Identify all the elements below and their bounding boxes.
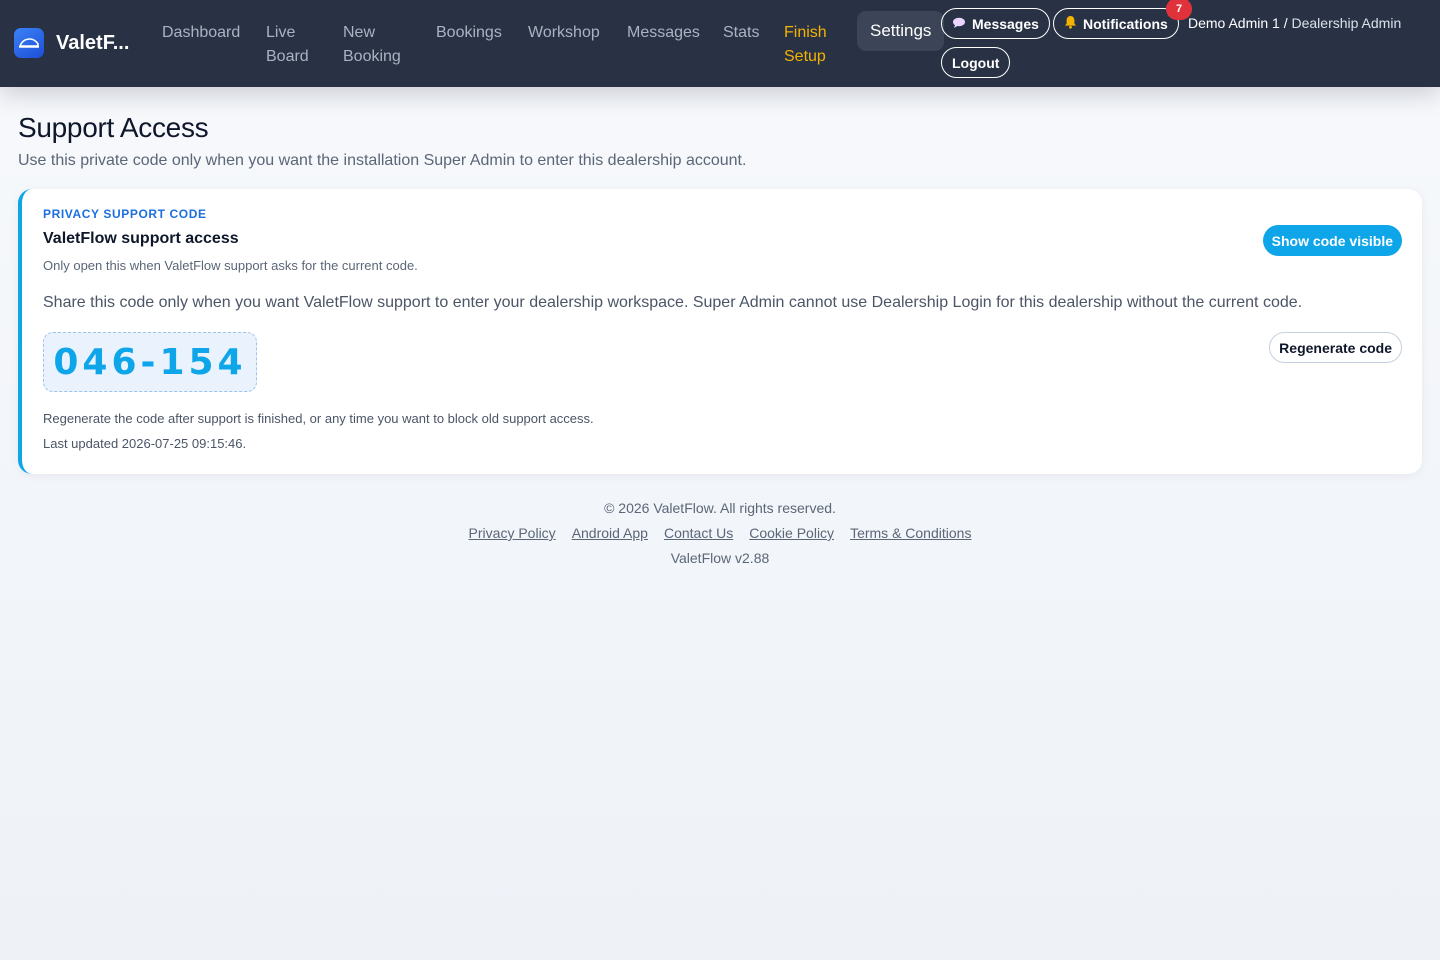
show-code-button[interactable]: Show code visible — [1262, 225, 1402, 256]
footer-links: Privacy Policy Android App Contact Us Co… — [0, 525, 1440, 541]
messages-button-label: Messages — [972, 15, 1039, 32]
notifications-button[interactable]: Notifications — [1053, 8, 1179, 39]
bell-icon — [1064, 15, 1077, 32]
support-code: 046-154 — [53, 341, 247, 383]
page-title: Support Access — [18, 112, 209, 143]
footer-link-privacy-policy[interactable]: Privacy Policy — [469, 525, 556, 541]
footer-link-cookie-policy[interactable]: Cookie Policy — [749, 525, 834, 541]
nav-dashboard[interactable]: Dashboard — [162, 21, 240, 45]
nav-settings[interactable]: Settings — [857, 11, 945, 51]
footer-link-android-app[interactable]: Android App — [572, 525, 648, 541]
footer-link-contact-us[interactable]: Contact Us — [664, 525, 733, 541]
card-eyebrow: PRIVACY SUPPORT CODE — [43, 207, 207, 221]
top-navigation-bar: ValetF... Dashboard Live Board New Booki… — [0, 0, 1440, 87]
regenerate-code-button[interactable]: Regenerate code — [1269, 332, 1402, 363]
car-icon — [14, 28, 44, 58]
user-role: Dealership Admin — [1291, 15, 1402, 31]
user-name: Demo Admin 1 — [1188, 15, 1280, 31]
brand-name: ValetF... — [56, 31, 130, 54]
support-code-box: 046-154 — [43, 332, 257, 392]
nav-finish-setup[interactable]: Finish Setup — [784, 21, 834, 69]
regenerate-note: Regenerate the code after support is fin… — [43, 411, 594, 426]
nav-stats[interactable]: Stats — [723, 21, 759, 45]
footer-copyright: © 2026 ValetFlow. All rights reserved. — [604, 500, 836, 516]
messages-button[interactable]: Messages — [941, 8, 1050, 39]
nav-messages[interactable]: Messages — [627, 21, 700, 45]
footer-link-terms-conditions[interactable]: Terms & Conditions — [850, 525, 971, 541]
nav-bookings[interactable]: Bookings — [436, 21, 502, 45]
nav-live-board[interactable]: Live Board — [266, 21, 318, 69]
speech-bubble-icon — [952, 16, 966, 32]
nav-new-booking[interactable]: New Booking — [343, 21, 405, 69]
last-updated: Last updated 2026-07-25 09:15:46. — [43, 436, 247, 451]
current-user: Demo Admin 1 / Dealership Admin — [1188, 15, 1401, 31]
support-access-card: PRIVACY SUPPORT CODE ValetFlow support a… — [18, 189, 1422, 474]
notifications-button-label: Notifications — [1083, 15, 1168, 32]
card-hint: Only open this when ValetFlow support as… — [43, 258, 418, 273]
app-version: ValetFlow v2.88 — [670, 550, 770, 566]
logout-button[interactable]: Logout — [941, 47, 1011, 78]
card-title: ValetFlow support access — [43, 230, 239, 247]
brand[interactable]: ValetF... — [14, 28, 132, 58]
page-subtitle: Use this private code only when you want… — [18, 152, 747, 169]
card-description: Share this code only when you want Valet… — [43, 294, 1303, 311]
nav-workshop[interactable]: Workshop — [528, 21, 600, 45]
user-separator: / — [1279, 15, 1292, 31]
